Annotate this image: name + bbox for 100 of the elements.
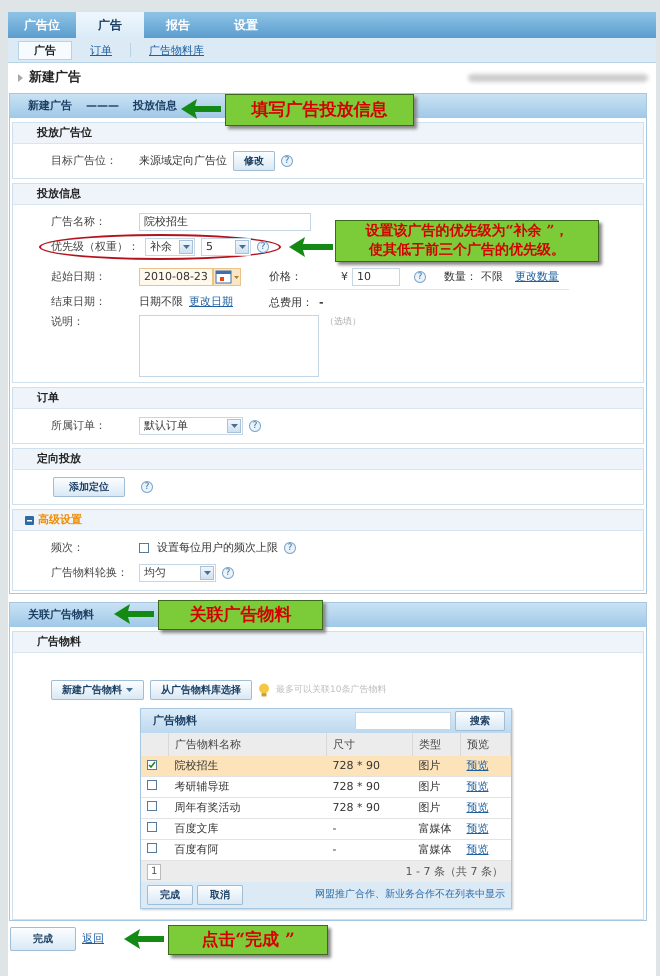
- change-date-link[interactable]: 更改日期: [189, 294, 233, 308]
- field-label: 频次：: [51, 540, 85, 554]
- preview-link[interactable]: 预览: [466, 843, 488, 856]
- search-button[interactable]: 搜索: [455, 711, 505, 731]
- column-header: 预览: [460, 733, 510, 756]
- field-value: 来源域定向广告位: [139, 154, 227, 168]
- new-creative-button[interactable]: 新建广告物料: [51, 680, 144, 700]
- field-label: 说明：: [51, 315, 85, 329]
- arrow-icon: [289, 237, 333, 257]
- caret-icon[interactable]: [235, 240, 249, 254]
- field-label: 结束日期：: [51, 294, 107, 308]
- field-label: 价格：: [269, 270, 303, 284]
- help-icon[interactable]: ?: [222, 566, 234, 578]
- record-count: 1 - 7 条（共 7 条）: [406, 864, 503, 878]
- field-label: 广告物料轮换：: [51, 566, 129, 580]
- field-label: 总费用：: [269, 296, 313, 310]
- caret-icon[interactable]: [227, 418, 241, 432]
- add-targeting-button[interactable]: 添加定位: [53, 476, 125, 496]
- date-field[interactable]: 2010-08-23: [139, 268, 213, 286]
- sub-tab[interactable]: 广告: [18, 40, 72, 60]
- size-cell: 728 * 90: [326, 798, 412, 818]
- group-title: 定向投放: [13, 449, 643, 470]
- help-icon[interactable]: ?: [141, 480, 153, 492]
- field-label: 优先级（权重）：: [51, 240, 139, 254]
- type-cell: 图片: [412, 798, 460, 818]
- picker-note: 网盟推广合作、新业务合作不在列表中显示: [315, 888, 505, 902]
- preview-link[interactable]: 预览: [466, 780, 488, 793]
- column-header: 尺寸: [326, 733, 412, 756]
- size-cell: 728 * 90: [326, 756, 412, 776]
- group-title: 投放信息: [13, 184, 643, 205]
- weight-select[interactable]: 5: [201, 238, 251, 256]
- preview-link[interactable]: 预览: [466, 801, 488, 814]
- picker-title: 广告物料: [153, 714, 197, 728]
- row-checkbox[interactable]: [147, 822, 157, 832]
- creative-name: 考研辅导班: [168, 776, 326, 798]
- triangle-icon: [18, 74, 23, 82]
- creative-name: 百度文库: [168, 818, 326, 840]
- name-field[interactable]: 院校招生: [139, 212, 311, 230]
- change-quantity-link[interactable]: 更改数量: [515, 270, 559, 284]
- nav-tab[interactable]: 广告: [76, 12, 144, 38]
- column-header: 类型: [412, 733, 460, 756]
- sub-tab[interactable]: 广告物料库: [137, 40, 216, 60]
- preview-link[interactable]: 预览: [466, 822, 488, 835]
- order-select[interactable]: 默认订单: [139, 416, 243, 434]
- back-link[interactable]: 返回: [82, 932, 104, 946]
- caret-icon[interactable]: [179, 240, 193, 254]
- type-cell: 图片: [412, 756, 460, 776]
- help-icon[interactable]: ?: [257, 241, 269, 253]
- row-checkbox[interactable]: [147, 780, 157, 790]
- page-number[interactable]: 1: [147, 864, 162, 880]
- search-field[interactable]: [355, 712, 451, 730]
- done-button[interactable]: 完成: [147, 885, 193, 905]
- description-field[interactable]: [139, 315, 319, 377]
- price-field[interactable]: 10: [352, 268, 400, 286]
- row-checkbox[interactable]: [147, 843, 157, 853]
- column-header: 广告物料名称: [168, 733, 326, 756]
- type-cell: 图片: [412, 776, 460, 798]
- checkbox[interactable]: [139, 542, 149, 552]
- collapse-icon[interactable]: [25, 516, 34, 524]
- tip-text: 最多可以关联10条广告物料: [276, 684, 386, 696]
- finish-button[interactable]: 完成: [10, 927, 76, 951]
- callout-note: 关联广告物料: [158, 600, 323, 630]
- field-label: 起始日期：: [51, 270, 107, 284]
- lightbulb-icon: [258, 682, 270, 696]
- arrow-icon: [181, 99, 221, 119]
- calendar-icon[interactable]: [213, 268, 241, 286]
- size-cell: 728 * 90: [326, 776, 412, 798]
- edit-button[interactable]: 修改: [233, 150, 275, 170]
- group-title: 投放广告位: [13, 123, 643, 144]
- size-cell: -: [326, 818, 412, 840]
- type-cell: 富媒体: [412, 818, 460, 840]
- arrow-icon: [124, 929, 164, 949]
- field-value: 不限: [481, 270, 503, 284]
- group-title: 订单: [13, 388, 643, 409]
- row-checkbox[interactable]: [147, 760, 157, 770]
- caret-icon[interactable]: [200, 566, 214, 580]
- section-title: ———: [86, 99, 119, 113]
- section-title: 关联广告物料: [28, 608, 94, 622]
- priority-select[interactable]: 补余: [145, 238, 195, 256]
- checkbox-label: 设置每位用户的频次上限: [157, 540, 278, 554]
- arrow-icon: [114, 604, 154, 624]
- row-checkbox[interactable]: [147, 801, 157, 811]
- callout-note: 设置该广告的优先级为“补余 ”， 使其低于前三个广告的优先级。: [335, 220, 599, 262]
- field-label: 所属订单：: [51, 418, 107, 432]
- group-title: 广告物料: [13, 632, 643, 653]
- library-button[interactable]: 从广告物料库选择: [150, 680, 252, 700]
- cancel-button[interactable]: 取消: [197, 885, 243, 905]
- creative-name: 周年有奖活动: [168, 798, 326, 818]
- help-icon[interactable]: ?: [249, 420, 261, 432]
- rotation-select[interactable]: 均匀: [139, 564, 216, 582]
- sub-tab[interactable]: 订单: [78, 40, 124, 60]
- caret-icon: [126, 688, 133, 692]
- page-title: 新建广告: [29, 71, 81, 85]
- help-icon[interactable]: ?: [284, 542, 296, 554]
- field-label: 目标广告位：: [51, 154, 118, 168]
- help-icon[interactable]: ?: [281, 154, 293, 166]
- help-icon[interactable]: ?: [414, 270, 426, 282]
- callout-note: 点击“完成 ”: [168, 925, 328, 955]
- section-title: 投放信息: [133, 99, 177, 113]
- field-value: 日期不限: [139, 294, 183, 308]
